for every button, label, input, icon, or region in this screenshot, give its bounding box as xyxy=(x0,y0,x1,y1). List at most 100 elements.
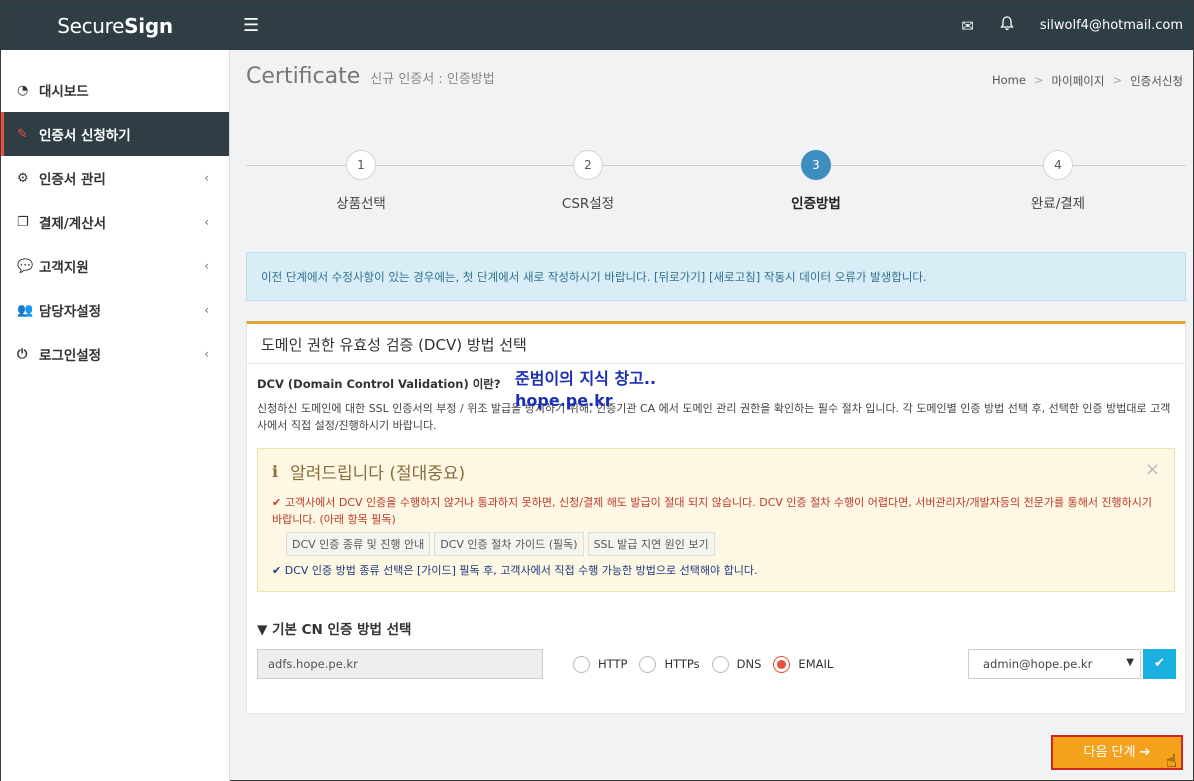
radio-circle[interactable] xyxy=(639,655,657,673)
sidebar-item-login-settings[interactable]: ⏻ 로그인설정 ‹ xyxy=(1,332,229,376)
dcv-procedure-guide-button[interactable]: DCV 인증 절차 가이드 (필독) xyxy=(434,532,584,557)
radio-label: EMAIL xyxy=(798,657,834,672)
radio-circle[interactable] xyxy=(773,655,791,673)
radio-circle[interactable] xyxy=(711,655,729,673)
notice-blue-text: DCV 인증 방법 종류 선택은 [가이드] 필독 후, 고객사에서 직접 수행… xyxy=(284,564,758,578)
sidebar-item-dashboard[interactable]: ◔ 대시보드 xyxy=(1,68,229,112)
breadcrumb-separator: > xyxy=(1112,73,1123,87)
watermark: 준범이의 지식 창고.. hope.pe.kr xyxy=(515,368,656,413)
notice-info-text: ✔ DCV 인증 방법 종류 선택은 [가이드] 필독 후, 고객사에서 직접 … xyxy=(272,562,1160,578)
sidebar-item-label: 대시보드 xyxy=(39,84,89,100)
info-icon: i xyxy=(272,462,279,482)
breadcrumb: Home > 마이페이지 > 인증서신청 xyxy=(992,73,1183,89)
chevron-left-icon: ‹ xyxy=(204,215,209,229)
notice-red-text: 고객사에서 DCV 인증을 수행하지 않거나 통과하지 못하면, 신청/결제 해… xyxy=(272,496,1153,527)
breadcrumb-mypage[interactable]: 마이페이지 xyxy=(1052,73,1105,89)
copy-icon: ❐ xyxy=(17,214,29,230)
dcv-types-guide-button[interactable]: DCV 인증 종류 및 진행 안내 xyxy=(286,532,431,557)
dcv-panel: 도메인 권한 유효성 검증 (DCV) 방법 선택 DCV (Domain Co… xyxy=(246,321,1186,714)
comments-icon: 💬 xyxy=(17,258,34,274)
dcv-question: DCV (Domain Control Validation) 이란? xyxy=(257,377,501,391)
sidebar-item-apply-certificate[interactable]: ✎ 인증서 신청하기 xyxy=(1,112,229,156)
chevron-left-icon: ‹ xyxy=(204,303,209,317)
step-number: 2 xyxy=(573,150,603,180)
radio-label: HTTP xyxy=(598,657,628,672)
step-label: 인증방법 xyxy=(791,196,841,212)
sidebar-item-certificate-management[interactable]: ⚙ 인증서 관리 ‹ xyxy=(1,156,229,200)
check-icon: ✔ xyxy=(272,496,282,510)
sidebar-item-billing[interactable]: ❐ 결제/계산서 ‹ xyxy=(1,200,229,244)
step-label: CSR설정 xyxy=(561,196,615,212)
confirm-button[interactable]: ✔ xyxy=(1143,649,1176,680)
envelope-icon[interactable]: ✉ xyxy=(961,17,974,35)
close-icon[interactable]: × xyxy=(1145,459,1160,480)
page-subtitle: 신규 인증서 : 인증방법 xyxy=(370,72,495,87)
radio-email[interactable]: EMAIL xyxy=(773,655,834,673)
step-3: 3 인증방법 xyxy=(746,150,886,212)
edit-icon: ✎ xyxy=(17,126,28,142)
approver-email-value: admin@hope.pe.kr xyxy=(983,657,1093,672)
chevron-left-icon: ‹ xyxy=(204,259,209,273)
step-number: 3 xyxy=(801,150,831,180)
sidebar-item-label: 로그인설정 xyxy=(39,348,102,364)
dcv-description: 신청하신 도메인에 대한 SSL 인증서의 부정 / 위조 발급을 방지하기 위… xyxy=(257,402,1171,433)
radio-http[interactable]: HTTP xyxy=(573,655,628,673)
panel-body: DCV (Domain Control Validation) 이란? 신청하신… xyxy=(247,364,1185,692)
radio-https[interactable]: HTTPs xyxy=(639,655,700,673)
cn-section-title: ▼ 기본 CN 인증 방법 선택 xyxy=(257,622,412,639)
chevron-left-icon: ‹ xyxy=(204,347,209,361)
cn-method-row: adfs.hope.pe.kr HTTP HTTPs DNS EMAIL adm… xyxy=(257,648,1176,680)
notice-warning-text: ✔ 고객사에서 DCV 인증을 수행하지 않거나 통과하지 못하면, 신청/결제… xyxy=(272,494,1160,528)
sidebar-item-label: 인증서 관리 xyxy=(39,172,106,188)
user-email-menu[interactable]: silwolf4@hotmail.com xyxy=(1040,18,1183,33)
page-header: Certificate 신규 인증서 : 인증방법 xyxy=(246,64,495,89)
sidebar-item-support[interactable]: 💬 고객지원 ‹ xyxy=(1,244,229,288)
brand-logo[interactable]: SecureSign xyxy=(1,14,229,38)
step-label: 상품선택 xyxy=(336,196,386,212)
check-icon: ✔ xyxy=(272,564,282,578)
next-step-button[interactable]: 다음 단계 ➔ xyxy=(1051,735,1183,770)
step-2: 2 CSR설정 xyxy=(518,150,658,212)
radio-circle[interactable] xyxy=(573,655,590,673)
power-icon: ⏻ xyxy=(17,346,28,362)
page-title: Certificate xyxy=(246,64,361,89)
bell-icon[interactable] xyxy=(1000,16,1014,35)
guide-buttons: DCV 인증 종류 및 진행 안내 DCV 인증 절차 가이드 (필독) SSL… xyxy=(286,532,1160,557)
sidebar-item-label: 고객지원 xyxy=(39,260,89,276)
next-step-label: 다음 단계 xyxy=(1083,745,1136,760)
approver-email-select[interactable]: admin@hope.pe.kr ▼ xyxy=(968,649,1141,680)
watermark-line1: 준범이의 지식 창고.. xyxy=(515,369,657,388)
step-1: 1 상품선택 xyxy=(291,150,431,212)
chevron-left-icon: ‹ xyxy=(204,171,209,185)
ssl-delay-reasons-button[interactable]: SSL 발급 지연 원인 보기 xyxy=(587,532,715,557)
check-icon: ✔ xyxy=(1154,656,1165,672)
users-icon: 👥 xyxy=(17,302,34,318)
main-content: Certificate 신규 인증서 : 인증방법 Home > 마이페이지 >… xyxy=(230,50,1193,781)
breadcrumb-home[interactable]: Home xyxy=(992,73,1026,89)
info-alert: 이전 단계에서 수정사항이 있는 경우에는, 첫 단계에서 새로 작성하시기 바… xyxy=(246,252,1186,301)
gears-icon: ⚙ xyxy=(17,170,29,186)
warning-notice: i 알려드립니다 (절대중요) × ✔ 고객사에서 DCV 인증을 수행하지 않… xyxy=(257,448,1175,593)
sidebar-item-contacts[interactable]: 👥 담당자설정 ‹ xyxy=(1,288,229,332)
sidebar-item-label: 결제/계산서 xyxy=(39,216,107,232)
breadcrumb-current: 인증서신청 xyxy=(1130,74,1183,88)
cn-domain-field: adfs.hope.pe.kr xyxy=(257,649,543,680)
panel-title: 도메인 권한 유효성 검증 (DCV) 방법 선택 xyxy=(247,324,1185,364)
radio-label: HTTPs xyxy=(664,657,700,672)
watermark-line2: hope.pe.kr xyxy=(515,391,613,411)
step-number: 1 xyxy=(346,150,376,180)
progress-steps: 1 상품선택 2 CSR설정 3 인증방법 4 완료/결제 xyxy=(246,150,1186,220)
step-4: 4 완료/결제 xyxy=(988,150,1128,212)
chevron-down-icon: ▼ xyxy=(1126,657,1134,669)
sidebar-item-label: 담당자설정 xyxy=(39,304,102,320)
arrow-right-icon: ➔ xyxy=(1139,745,1151,760)
notice-title-text: 알려드립니다 (절대중요) xyxy=(290,464,466,485)
breadcrumb-separator: > xyxy=(1033,73,1044,87)
menu-toggle-icon[interactable]: ☰ xyxy=(243,15,259,36)
radio-label: DNS xyxy=(736,657,762,672)
radio-dns[interactable]: DNS xyxy=(711,655,762,673)
top-navbar: SecureSign ☰ ✉ silwolf4@hotmail.com xyxy=(1,1,1193,50)
sidebar: ◔ 대시보드 ✎ 인증서 신청하기 ⚙ 인증서 관리 ‹ ❐ 결제/계산서 ‹ … xyxy=(1,50,230,781)
sidebar-item-label: 인증서 신청하기 xyxy=(39,128,131,144)
hand-cursor-icon: ☝ xyxy=(1166,751,1177,772)
